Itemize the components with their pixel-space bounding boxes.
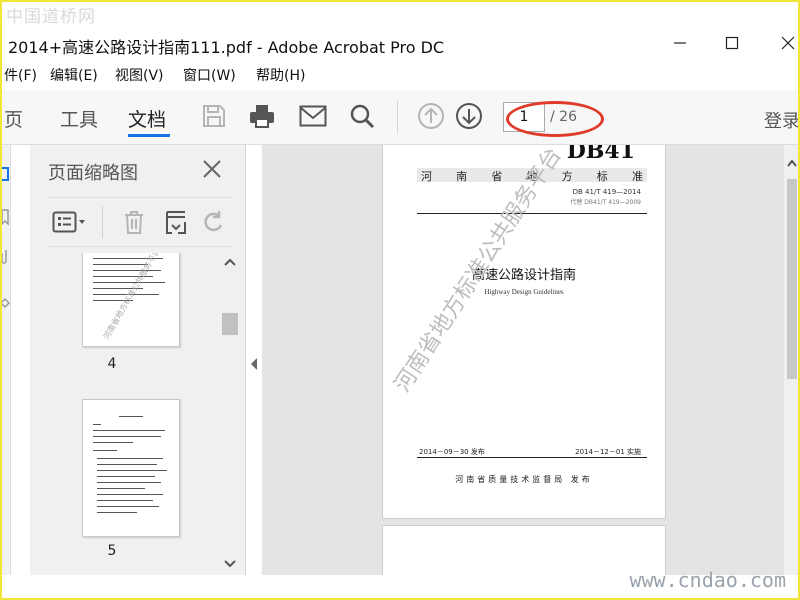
- minimize-icon: [674, 42, 686, 44]
- scroll-down-icon[interactable]: [222, 557, 238, 571]
- thumbnail-list: 河南省地方标准公共服务平台 4 5: [48, 253, 218, 573]
- scroll-up-icon[interactable]: [784, 155, 800, 171]
- maximize-button[interactable]: [712, 30, 752, 56]
- search-icon: [350, 104, 375, 129]
- page-down-icon: [456, 103, 482, 129]
- title-bar: 2014+高速公路设计指南111.pdf - Adobe Acrobat Pro…: [0, 26, 800, 60]
- watermark-bottom: www.cndao.com: [629, 568, 786, 592]
- toolbar-separator: [397, 100, 398, 134]
- thumbnail-scrollbar[interactable]: [220, 253, 238, 573]
- panel-title: 页面缩略图: [48, 163, 138, 184]
- menu-bar: 件(F) 编辑(E) 视图(V) 窗口(W) 帮助(H): [0, 62, 800, 86]
- maximize-icon: [725, 36, 739, 50]
- extract-pages-icon: [166, 211, 186, 234]
- tab-document[interactable]: 文档: [128, 105, 166, 132]
- standard-code: DB41: [566, 145, 635, 164]
- panel-close-button[interactable]: [198, 155, 226, 183]
- document-scrollbar[interactable]: [784, 145, 800, 575]
- category-char: 标: [596, 170, 608, 183]
- toolbar: 页 工具 文档 1 / 26 登录: [0, 90, 800, 145]
- next-page-button[interactable]: [453, 100, 485, 132]
- previous-page-button[interactable]: [415, 100, 447, 132]
- thumbnail-watermark: 河南省地方标准公共服务平台: [101, 253, 162, 341]
- tab-home[interactable]: 页: [4, 105, 23, 132]
- rotate-icon: [204, 211, 223, 232]
- scrollbar-thumb[interactable]: [787, 179, 797, 379]
- save-button[interactable]: [198, 100, 230, 132]
- menu-help[interactable]: 帮助(H): [256, 65, 305, 85]
- search-button[interactable]: [346, 100, 378, 132]
- options-menu-button[interactable]: [50, 208, 90, 236]
- window-title: 2014+高速公路设计指南111.pdf - Adobe Acrobat Pro…: [8, 38, 445, 57]
- trash-icon: [125, 211, 143, 234]
- email-button[interactable]: [297, 100, 329, 132]
- panel-toolbar-separator: [102, 206, 103, 238]
- document-title-cn: 高速公路设计指南: [471, 268, 576, 283]
- menu-file[interactable]: 件(F): [4, 65, 37, 85]
- close-icon: [781, 36, 795, 50]
- category-char: 河: [421, 170, 432, 183]
- document-title-en: Highway Design Guidelines: [484, 288, 564, 296]
- scroll-up-icon[interactable]: [222, 255, 238, 269]
- tab-tools[interactable]: 工具: [60, 105, 98, 132]
- category-char: 南: [456, 170, 468, 183]
- login-button[interactable]: 登录: [764, 107, 800, 133]
- page-thumbnail-4[interactable]: 河南省地方标准公共服务平台: [82, 253, 180, 347]
- pdf-page-2: [382, 525, 666, 575]
- watermark-top: 中国道桥网: [6, 7, 96, 27]
- extract-pages-button[interactable]: [162, 208, 190, 236]
- menu-window[interactable]: 窗口(W): [183, 65, 236, 85]
- category-char: 方: [561, 170, 573, 183]
- header-rule: [417, 213, 647, 214]
- attachment-icon[interactable]: [0, 247, 10, 267]
- issuing-authority: 河南省质量技术监督局 发布: [455, 475, 593, 484]
- footer-rule: [417, 457, 647, 458]
- save-icon: [203, 105, 225, 127]
- menu-edit[interactable]: 编辑(E): [50, 65, 98, 85]
- menu-view[interactable]: 视图(V): [115, 65, 164, 85]
- standard-number: DB 41/T 419—2014: [572, 188, 641, 196]
- scrollbar-thumb[interactable]: [222, 313, 238, 335]
- options-list-icon: [52, 211, 85, 233]
- thumbnail-page-number: 5: [107, 543, 117, 559]
- active-tab-indicator: [128, 134, 170, 137]
- annotation-highlight-oval: [506, 101, 604, 137]
- layers-icon[interactable]: [0, 295, 10, 315]
- delete-pages-button[interactable]: [120, 208, 148, 236]
- category-char: 省: [491, 170, 503, 183]
- category-char: 准: [631, 170, 643, 183]
- rotate-pages-button[interactable]: [200, 208, 228, 236]
- panel-toolbar: [48, 197, 233, 247]
- print-button[interactable]: [246, 100, 278, 132]
- publish-date: 2014－09－30 发布: [419, 448, 485, 456]
- thumbnail-page-number: 4: [107, 356, 117, 372]
- implement-date: 2014－12－01 实施: [575, 448, 641, 456]
- page-up-icon: [418, 103, 444, 129]
- close-window-button[interactable]: [768, 30, 800, 56]
- minimize-button[interactable]: [660, 30, 700, 56]
- page-thumbnail-5[interactable]: [82, 399, 180, 537]
- collapse-panel-icon[interactable]: [247, 355, 261, 373]
- page-thumbnails-icon[interactable]: [0, 165, 10, 185]
- page-thumbnails-panel: 页面缩略图 河南省地方标准公共服务平台 4 5: [30, 145, 246, 575]
- print-icon: [250, 105, 274, 128]
- email-icon: [299, 105, 327, 127]
- bookmark-icon[interactable]: [0, 207, 10, 227]
- close-icon: [203, 160, 221, 178]
- left-navigation-rail: [0, 145, 11, 575]
- replaces-standard: 代替 DB41/T 419—2009: [570, 199, 641, 206]
